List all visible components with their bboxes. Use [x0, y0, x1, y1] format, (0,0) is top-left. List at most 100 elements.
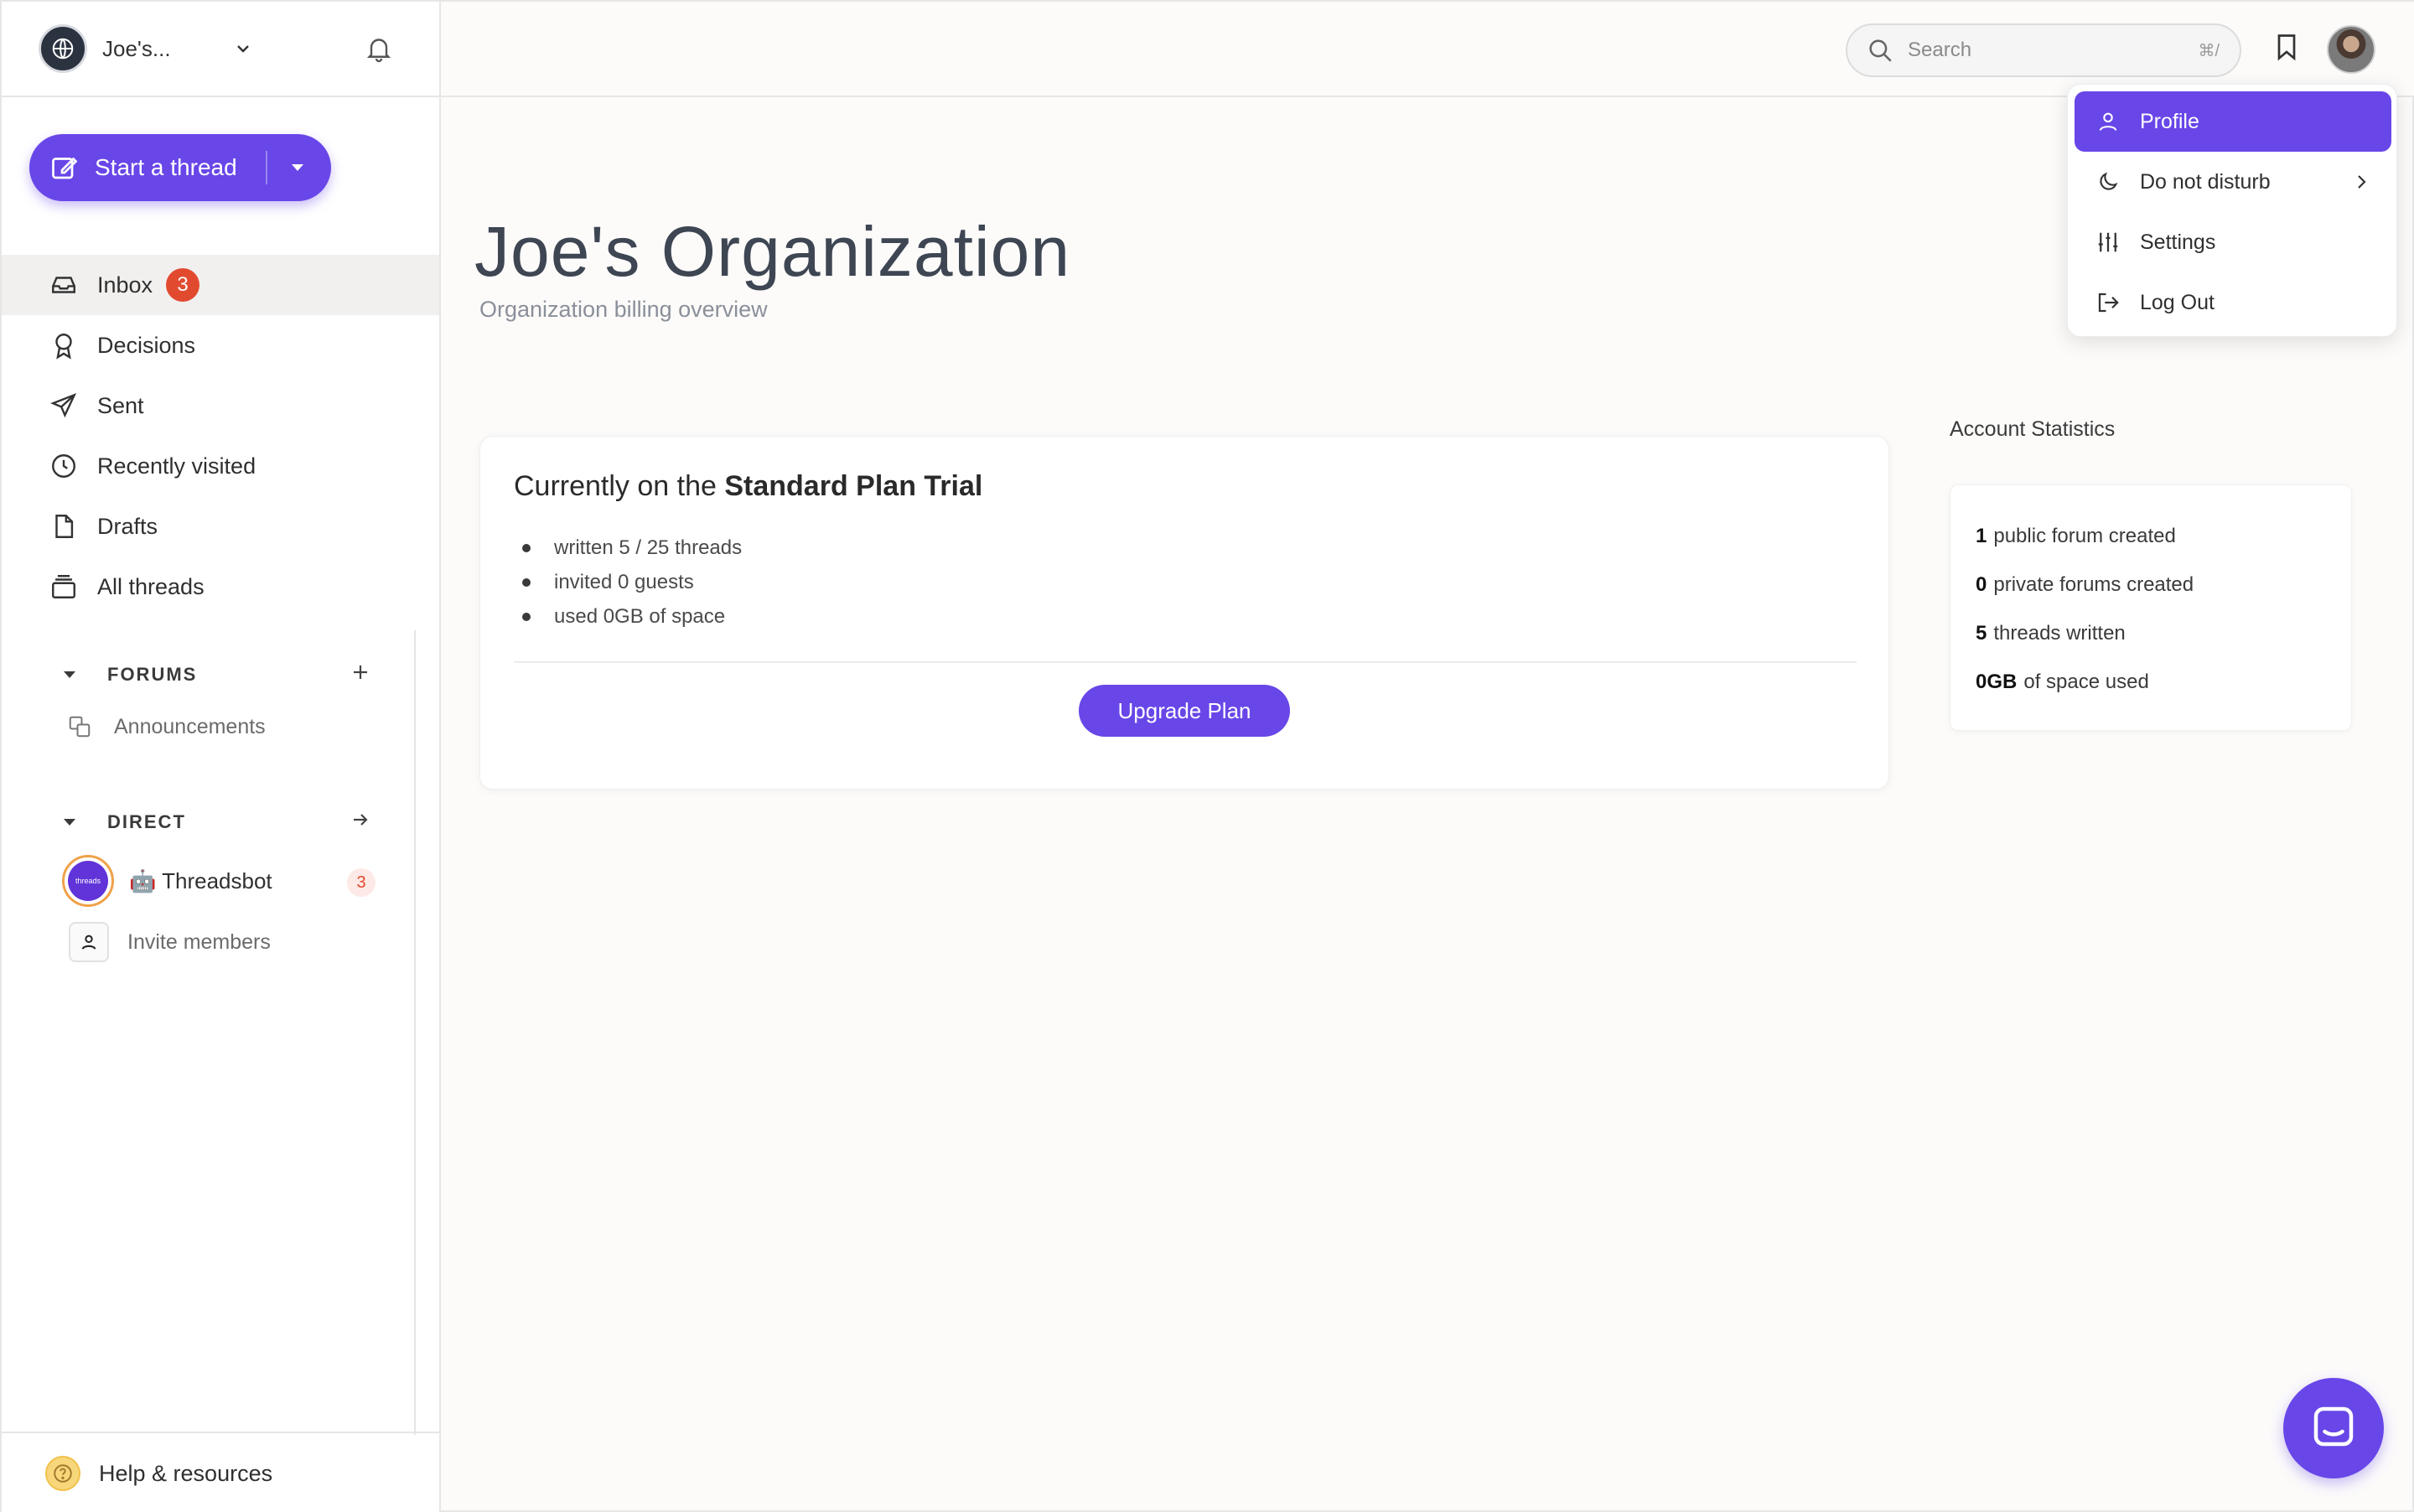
user-icon	[2095, 110, 2121, 133]
chat-widget-button[interactable]	[2283, 1378, 2384, 1478]
menu-item-log-out[interactable]: Log Out	[2075, 272, 2391, 333]
menu-item-settings[interactable]: Settings	[2075, 212, 2391, 272]
upgrade-plan-button[interactable]: Upgrade Plan	[1079, 685, 1290, 737]
app-window: Joe's... Start a thread Inbox 3 Decision…	[0, 0, 2414, 1512]
nav-label: All threads	[97, 573, 205, 599]
forums-heading-label: FORUMS	[107, 664, 198, 685]
stats-card: 1 public forum created 0 private forums cr…	[1950, 484, 2352, 731]
nav-label: Recently visited	[97, 453, 256, 479]
nav-item-recently-visited[interactable]: Recently visited	[2, 436, 439, 496]
button-divider	[266, 151, 267, 184]
edit-icon	[49, 153, 80, 183]
stats-heading: Account Statistics	[1950, 417, 2116, 441]
page-title: Joe's Organization	[474, 212, 1071, 291]
inbox-icon	[49, 270, 79, 300]
globe-icon	[39, 24, 87, 73]
stack-icon	[49, 572, 79, 602]
stat-value: 0GB	[1976, 671, 2018, 693]
file-icon	[49, 511, 79, 541]
search-input[interactable]: Search ⌘/	[1846, 23, 2241, 77]
help-resources-button[interactable]: Help & resources	[2, 1432, 439, 1512]
stat-label: public forum created	[1993, 525, 2176, 547]
caret-down-icon	[62, 669, 77, 681]
user-menu: Profile Do not disturb Settings Log Out	[2067, 84, 2397, 337]
nav-label: Sent	[97, 392, 144, 418]
nav-label: Drafts	[97, 513, 158, 539]
list-item: 0GB of space used	[1976, 658, 2194, 707]
chevron-right-icon	[2351, 172, 2371, 198]
stats-list: 1 public forum created 0 private forums cr…	[1976, 512, 2194, 707]
caret-down-icon[interactable]	[289, 161, 306, 179]
org-name: Joe's...	[102, 35, 171, 61]
list-item: invited 0 guests	[514, 565, 742, 599]
inbox-badge: 3	[166, 268, 200, 302]
chat-icon	[2308, 1401, 2359, 1456]
list-item: 0 private forums created	[1976, 561, 2194, 609]
award-icon	[49, 330, 79, 360]
topbar: Search ⌘/	[441, 2, 2414, 97]
nav-item-all-threads[interactable]: All threads	[2, 557, 439, 617]
dm-badge: 3	[347, 868, 376, 897]
question-icon	[45, 1456, 80, 1491]
org-switcher[interactable]: Joe's...	[2, 2, 439, 97]
menu-label: Profile	[2140, 109, 2199, 133]
avatar: threads	[62, 855, 114, 907]
moon-icon	[2095, 170, 2121, 194]
bookmark-icon[interactable]	[2272, 32, 2302, 66]
divider	[514, 661, 1857, 663]
stat-value: 0	[1976, 573, 1987, 596]
arrow-right-icon[interactable]	[350, 810, 370, 834]
forum-item-announcements[interactable]: Announcements	[67, 714, 266, 739]
user-icon	[69, 922, 109, 962]
avatar-text: threads	[68, 861, 108, 901]
start-thread-label: Start a thread	[95, 154, 237, 180]
search-placeholder: Search	[1908, 39, 1972, 61]
help-label: Help & resources	[99, 1460, 273, 1486]
nav-label: Inbox	[97, 272, 153, 298]
list-item: used 0GB of space	[514, 599, 742, 634]
menu-item-do-not-disturb[interactable]: Do not disturb	[2075, 152, 2391, 212]
copy-icon	[67, 714, 92, 739]
direct-heading-label: DIRECT	[107, 811, 186, 832]
plan-prefix: Currently on the	[514, 470, 725, 502]
send-icon	[49, 391, 79, 421]
plan-card: Currently on the Standard Plan Trial wri…	[479, 436, 1889, 790]
invite-members-button[interactable]: Invite members	[69, 922, 271, 962]
forums-heading[interactable]: FORUMS	[62, 664, 197, 686]
sidebar-scrollbar[interactable]	[414, 630, 416, 1435]
menu-label: Log Out	[2140, 290, 2215, 314]
dm-item-threadsbot[interactable]: threads 🤖 Threadsbot 3	[62, 855, 381, 907]
clock-icon	[49, 451, 79, 481]
nav-item-inbox[interactable]: Inbox 3	[2, 255, 439, 315]
invite-label: Invite members	[127, 929, 271, 954]
chevron-down-icon[interactable]	[233, 39, 253, 63]
bell-icon[interactable]	[364, 34, 394, 68]
dm-label: 🤖 Threadsbot	[129, 867, 272, 893]
list-item: 5 threads written	[1976, 609, 2194, 658]
direct-heading[interactable]: DIRECT	[62, 811, 186, 833]
user-avatar[interactable]	[2327, 25, 2375, 74]
forum-label: Announcements	[114, 714, 266, 738]
nav-item-decisions[interactable]: Decisions	[2, 315, 439, 375]
menu-label: Do not disturb	[2140, 169, 2271, 194]
plus-icon[interactable]	[350, 662, 370, 686]
stat-label: threads written	[1993, 622, 2126, 645]
stat-label: of space used	[2023, 671, 2149, 693]
menu-label: Settings	[2140, 230, 2216, 254]
main-nav: Inbox 3 Decisions Sent Recently visited	[2, 255, 439, 617]
nav-label: Decisions	[97, 332, 196, 358]
sliders-icon	[2095, 230, 2121, 255]
search-icon	[1866, 36, 1894, 65]
logout-icon	[2095, 290, 2121, 315]
plan-title: Currently on the Standard Plan Trial	[514, 470, 982, 503]
plan-name: Standard Plan Trial	[724, 470, 983, 502]
page-subtitle: Organization billing overview	[479, 297, 768, 322]
nav-item-sent[interactable]: Sent	[2, 375, 439, 436]
caret-down-icon	[62, 816, 77, 828]
plan-usage-list: written 5 / 25 threads invited 0 guests …	[514, 531, 742, 634]
search-shortcut: ⌘/	[2198, 42, 2220, 60]
start-thread-button[interactable]: Start a thread	[29, 134, 331, 201]
menu-item-profile[interactable]: Profile	[2075, 91, 2391, 152]
nav-item-drafts[interactable]: Drafts	[2, 496, 439, 557]
stat-value: 5	[1976, 622, 1987, 645]
